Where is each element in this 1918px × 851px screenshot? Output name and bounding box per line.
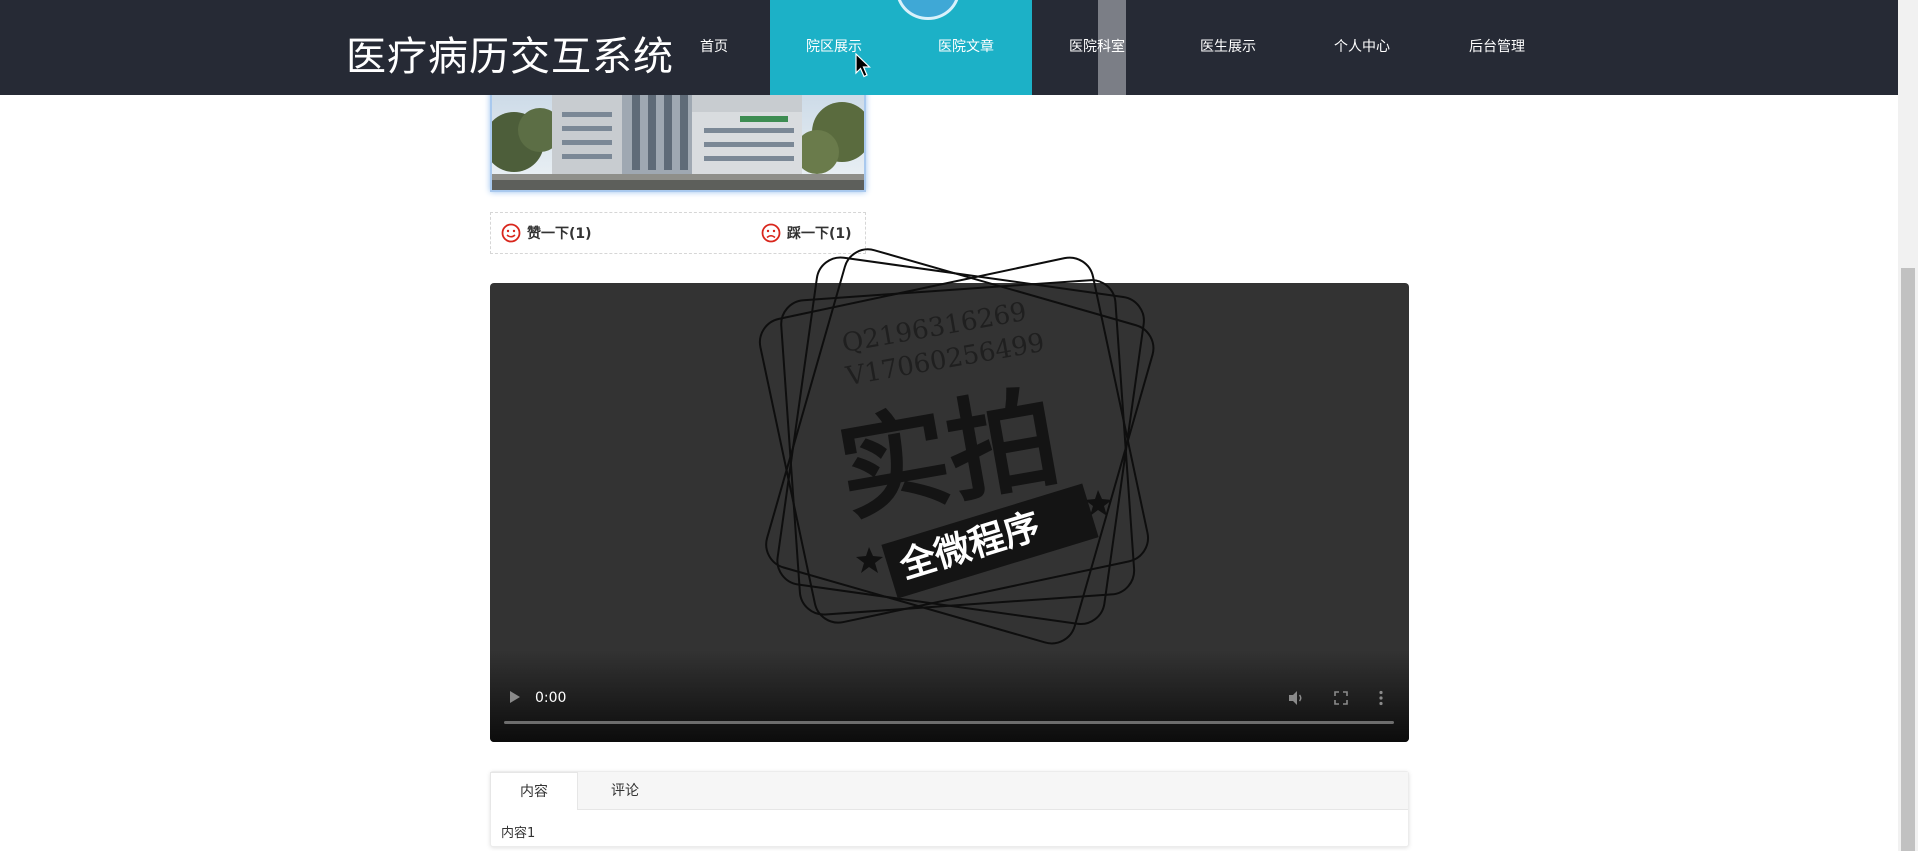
video-controls-bar: [490, 650, 1409, 742]
like-button[interactable]: 赞一下(1): [501, 223, 592, 243]
tab-content[interactable]: 内容: [490, 772, 578, 810]
tab-comments[interactable]: 评论: [579, 772, 671, 810]
mouse-cursor-icon: [855, 53, 871, 78]
smile-icon: [501, 223, 521, 243]
nav-item-departments[interactable]: 医院科室: [1069, 36, 1125, 56]
more-options-icon[interactable]: [1378, 690, 1384, 706]
nav-item-campus[interactable]: 院区展示: [806, 36, 862, 56]
tab-body-text: 内容1: [501, 826, 536, 841]
nav-item-doctors[interactable]: 医生展示: [1200, 36, 1256, 56]
vote-box: 赞一下(1) 踩一下(1): [490, 212, 866, 254]
frown-icon: [761, 223, 781, 243]
video-progress-bar[interactable]: [504, 721, 1394, 724]
hospital-building-image: [490, 80, 866, 192]
top-navigation-bar: 医疗病历交互系统 首页 院区展示 医院文章 医院科室 医生展示 个人中心 后台管…: [0, 0, 1898, 95]
nav-item-articles[interactable]: 医院文章: [938, 36, 994, 56]
nav-item-home[interactable]: 首页: [700, 36, 728, 56]
dislike-label: 踩一下(1): [787, 226, 852, 242]
content-tabs: 内容 评论 内容1: [490, 771, 1409, 847]
video-player[interactable]: 0:00: [490, 283, 1409, 742]
volume-icon[interactable]: [1287, 690, 1305, 706]
fullscreen-icon[interactable]: [1334, 691, 1348, 705]
nav-item-user-center[interactable]: 个人中心: [1334, 36, 1390, 56]
site-title: 医疗病历交互系统: [346, 34, 674, 80]
nav-item-admin[interactable]: 后台管理: [1469, 36, 1525, 56]
like-label: 赞一下(1): [527, 226, 592, 242]
play-icon[interactable]: [508, 689, 522, 705]
page-scrollbar-thumb[interactable]: [1901, 268, 1915, 851]
dislike-button[interactable]: 踩一下(1): [761, 223, 852, 243]
video-time: 0:00: [535, 690, 567, 706]
